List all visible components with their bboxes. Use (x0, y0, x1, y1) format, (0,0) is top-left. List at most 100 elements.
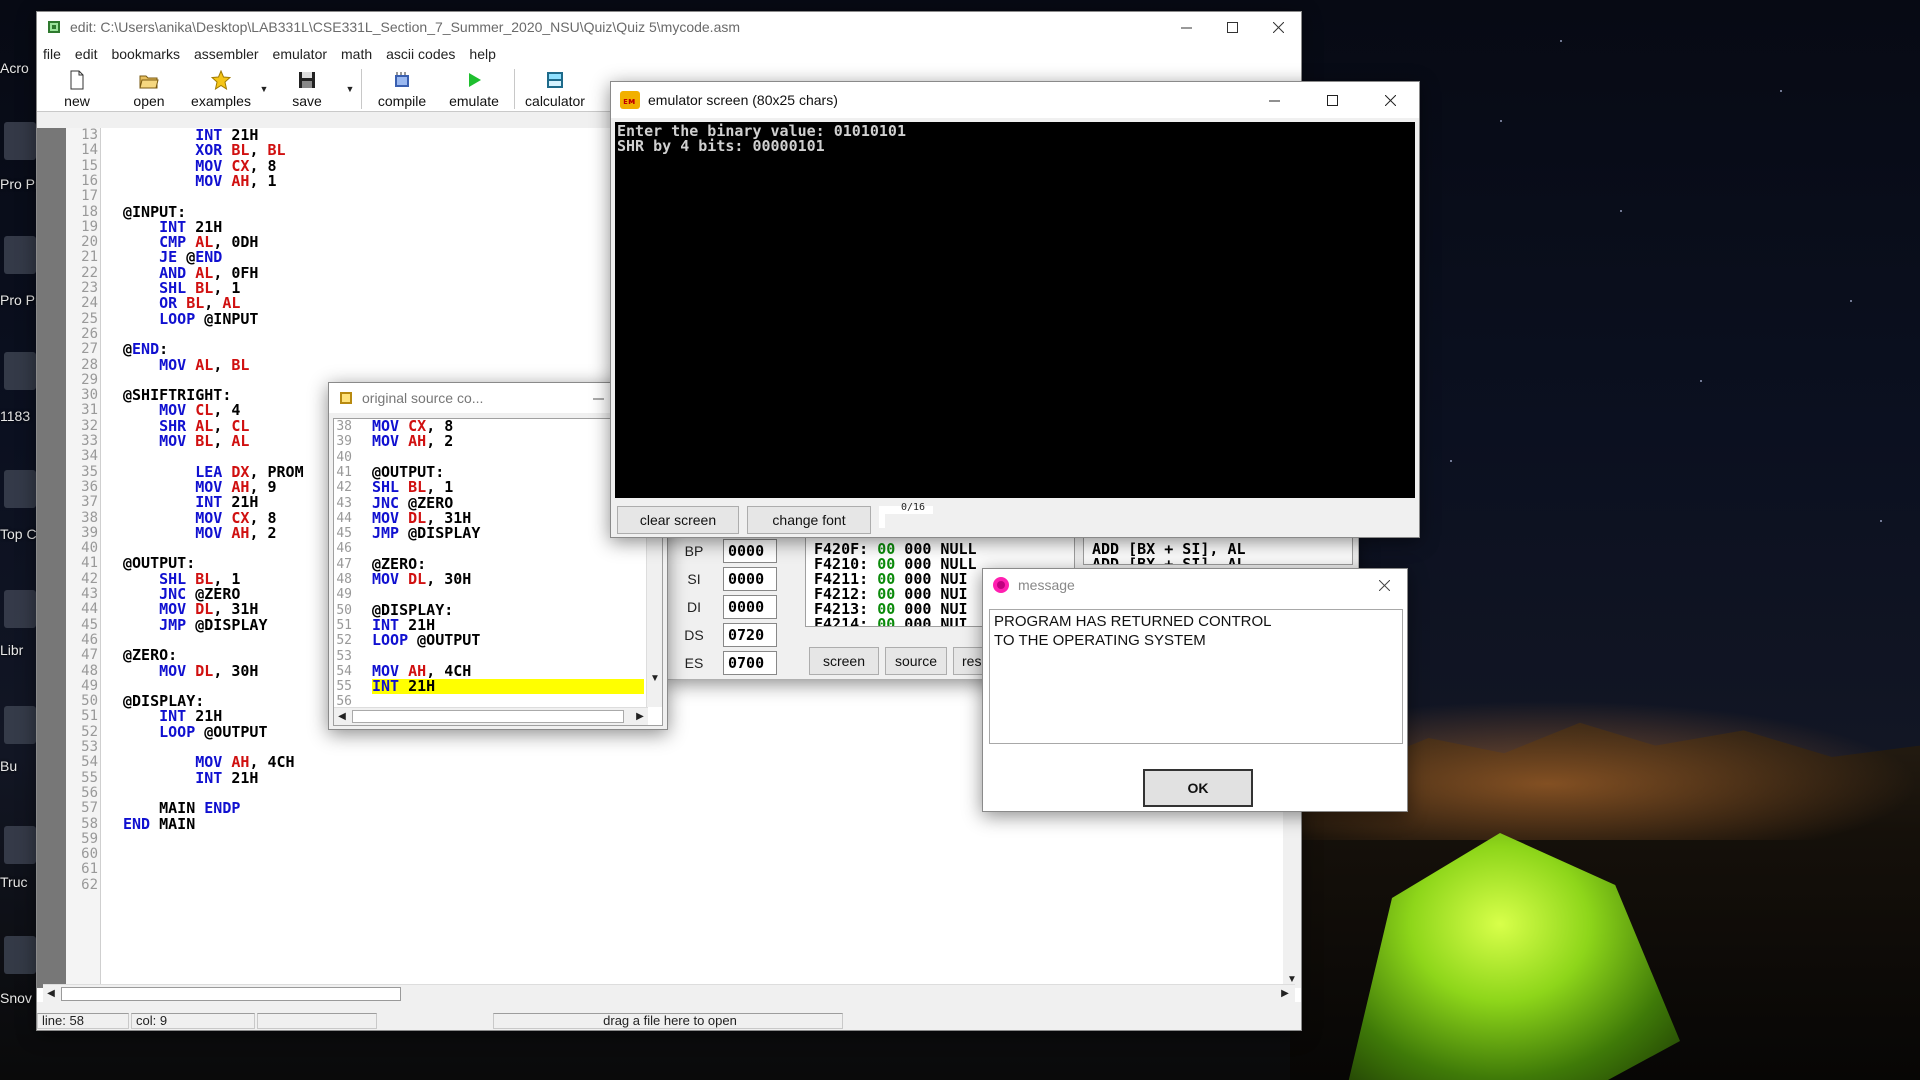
maximize-button[interactable] (1209, 12, 1255, 42)
code-line[interactable]: END MAIN (123, 816, 195, 832)
toolbar-separator (361, 69, 362, 109)
horizontal-scrollbar[interactable]: ◀ ▶ (334, 707, 648, 725)
desktop-icon-label[interactable]: 1183 (0, 408, 40, 424)
menu-file[interactable]: file (43, 46, 61, 62)
star-icon (211, 70, 231, 90)
change-font-button[interactable]: change font (747, 506, 871, 534)
disassembly-row[interactable]: ADD [BX + SI], AL (1092, 557, 1246, 565)
emu8086-logo-icon: ᴇᴍ (620, 91, 640, 109)
desktop-icon-label[interactable]: Pro Profe (0, 292, 40, 308)
scroll-left-icon[interactable]: ◀ (43, 986, 59, 1002)
star (1560, 40, 1562, 42)
horizontal-scroll-thumb[interactable] (352, 710, 624, 723)
code-line[interactable]: MOV DL, 30H (123, 663, 258, 679)
save-button[interactable]: save (271, 67, 343, 111)
code-line[interactable]: MOV AL, BL (123, 357, 249, 373)
emulator-console[interactable]: Enter the binary value: 01010101 SHR by … (615, 122, 1415, 498)
menu-math[interactable]: math (341, 46, 372, 62)
maximize-button[interactable] (1303, 82, 1361, 118)
new-button[interactable]: new (41, 67, 113, 111)
register-value[interactable]: 0700 (723, 651, 777, 675)
desktop-app-icon[interactable] (4, 590, 36, 628)
menu-bookmarks[interactable]: bookmarks (111, 46, 179, 62)
horizontal-scrollbar[interactable]: ◀ ▶ (43, 984, 1295, 1002)
memory-row[interactable]: F4214: 00 000 NUI (814, 617, 968, 627)
register-value[interactable]: 0720 (723, 623, 777, 647)
screen-button[interactable]: screen (809, 647, 879, 675)
current-instruction-line[interactable]: INT 21H (372, 679, 644, 695)
desktop-app-icon[interactable] (4, 122, 36, 160)
close-button[interactable] (1361, 82, 1419, 118)
code-line[interactable]: LOOP @OUTPUT (123, 724, 267, 740)
desktop-icon-label[interactable]: Bu (0, 758, 40, 774)
svg-text:ᴇᴍ: ᴇᴍ (623, 97, 635, 107)
progress-text: 0/16 (901, 502, 926, 513)
menu-ascii-codes[interactable]: ascii codes (386, 46, 455, 62)
ok-button[interactable]: OK (1143, 769, 1253, 807)
clear-screen-button[interactable]: clear screen (617, 506, 739, 534)
star (1620, 210, 1622, 212)
desktop-app-icon[interactable] (4, 236, 36, 274)
code-line[interactable]: MOV AH, 2 (123, 525, 276, 541)
desktop-icon-label[interactable]: Acro (0, 60, 40, 76)
line-number: 42 (336, 480, 352, 496)
scroll-down-icon[interactable]: ▼ (647, 671, 662, 687)
minimize-button[interactable] (1163, 12, 1209, 42)
compile-button[interactable]: compile (366, 67, 438, 111)
code-line[interactable]: INT 21H (123, 770, 258, 786)
desktop-icon-label[interactable]: Libr (0, 642, 40, 658)
menu-assembler[interactable]: assembler (194, 46, 259, 62)
minimize-button[interactable] (1245, 82, 1303, 118)
emulate-button[interactable]: emulate (438, 67, 510, 111)
menu-help[interactable]: help (469, 46, 495, 62)
source-button[interactable]: source (885, 647, 947, 675)
register-value[interactable]: 0000 (723, 567, 777, 591)
message-titlebar[interactable]: message (983, 569, 1407, 601)
examples-dropdown-icon[interactable]: ▼ (257, 67, 271, 111)
disassembly-list[interactable]: ADD [BX + SI], AL ADD [BX + SI], AL (1083, 535, 1353, 565)
code-line[interactable]: MOV BL, AL (123, 434, 249, 449)
examples-button[interactable]: examples (185, 67, 257, 111)
desktop-icon-label[interactable]: Snov (0, 990, 40, 1006)
desktop-icon-label[interactable]: Top CSE (0, 526, 40, 542)
calculator-button[interactable]: calculator (519, 67, 591, 111)
line-number: 45 (336, 526, 352, 542)
code-line[interactable]: MOV AH, 2 (372, 434, 453, 449)
line-number: 61 (81, 861, 98, 878)
desktop-app-icon[interactable] (4, 352, 36, 390)
line-number: 42 (81, 570, 98, 587)
code-line[interactable]: LOOP @OUTPUT (372, 633, 480, 648)
register-value[interactable]: 0000 (723, 539, 777, 563)
line-number: 34 (81, 448, 98, 465)
close-button[interactable] (1255, 12, 1301, 42)
code-line[interactable]: MOV DL, 30H (372, 572, 471, 587)
status-hint: drag a file here to open (493, 1013, 843, 1029)
scroll-left-icon[interactable]: ◀ (334, 709, 350, 725)
close-button[interactable] (1361, 569, 1407, 601)
menu-edit[interactable]: edit (75, 46, 98, 62)
desktop-app-icon[interactable] (4, 936, 36, 974)
desktop-app-icon[interactable] (4, 470, 36, 508)
editor-titlebar[interactable]: edit: C:\Users\anika\Desktop\LAB331L\CSE… (37, 12, 1301, 42)
line-number: 48 (81, 662, 98, 679)
menu-emulator[interactable]: emulator (273, 46, 327, 62)
register-value[interactable]: 0000 (723, 595, 777, 619)
code-line[interactable]: JMP @DISPLAY (123, 617, 267, 633)
desktop-app-icon[interactable] (4, 706, 36, 744)
code-line[interactable]: JMP @DISPLAY (372, 526, 480, 541)
save-dropdown-icon[interactable]: ▼ (343, 67, 357, 111)
horizontal-scroll-thumb[interactable] (61, 987, 401, 1001)
editor-gutter (37, 128, 66, 988)
code-line[interactable]: MOV AH, 1 (123, 173, 276, 189)
code-line[interactable]: LOOP @INPUT (123, 311, 258, 327)
emulator-screen-titlebar[interactable]: ᴇᴍ emulator screen (80x25 chars) (611, 82, 1419, 118)
scroll-right-icon[interactable]: ▶ (1277, 986, 1293, 1002)
register-label: SI (687, 571, 701, 587)
status-bar: line: 58 col: 9 drag a file here to open (37, 1012, 1301, 1030)
scroll-right-icon[interactable]: ▶ (632, 709, 648, 725)
desktop-icon-label[interactable]: Truc (0, 874, 40, 890)
line-number: 15 (81, 157, 98, 174)
desktop-icon-label[interactable]: Pro Profe (0, 176, 40, 192)
desktop-app-icon[interactable] (4, 826, 36, 864)
open-button[interactable]: open (113, 67, 185, 111)
